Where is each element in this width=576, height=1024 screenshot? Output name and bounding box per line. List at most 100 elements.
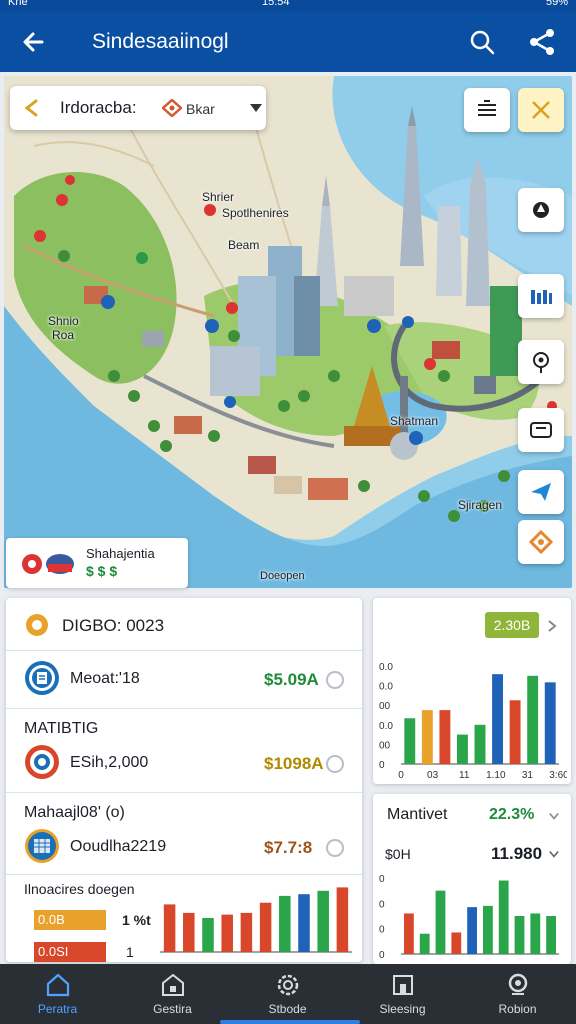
bar[interactable]	[439, 710, 451, 764]
section2-label: Mahaajl08' (o)	[24, 804, 125, 821]
y-tick-label: 0.0	[379, 662, 393, 673]
nav-item-house[interactable]: Gestira	[115, 964, 230, 1024]
map-label-shnio[interactable]: Shnio	[48, 314, 79, 328]
x-tick-label: 3:60	[549, 770, 567, 780]
y-tick-label: 00	[379, 701, 391, 712]
summary-panel: DIGBO: 0023 Meoat:'18 $5.09A MATIBTIG ES…	[6, 598, 362, 962]
flag-icon	[22, 554, 74, 574]
nav-label: Gestira	[153, 1002, 192, 1016]
location-icon	[508, 973, 528, 995]
pin-icon	[533, 352, 549, 373]
bar[interactable]	[530, 913, 541, 954]
row1-label: Meoat:'18	[70, 670, 140, 687]
place-title: Shahajentia	[86, 546, 155, 561]
mini-title: Ilnoacires doegen	[24, 881, 135, 897]
map-label-shrier[interactable]: Shrier	[202, 190, 234, 204]
wallet-button[interactable]	[518, 408, 564, 452]
row2-value: $1098A	[264, 754, 324, 773]
bar[interactable]	[259, 902, 272, 952]
y-tick-label: 0	[379, 760, 385, 771]
divider	[6, 708, 362, 709]
bar[interactable]	[298, 894, 310, 952]
mini-bar-chart	[160, 887, 352, 953]
nav-item-settings[interactable]: Stbode	[230, 964, 345, 1024]
map-label-roa[interactable]: Roa	[52, 328, 74, 342]
bottom-bar-chart: 0 0 0 0	[379, 874, 559, 961]
row2-radio[interactable]	[326, 755, 344, 773]
row3-radio[interactable]	[326, 839, 344, 857]
arrow-left-icon[interactable]	[18, 26, 50, 58]
caret-down-icon[interactable]	[250, 104, 262, 112]
bar[interactable]	[435, 890, 446, 954]
bar[interactable]	[183, 912, 195, 952]
place-card[interactable]: Shahajentia $ $ $	[6, 538, 188, 588]
bar[interactable]	[527, 675, 539, 764]
panel-header-label: DIGBO: 0023	[62, 616, 165, 635]
city-map[interactable]: Shrier Spotlhenires Beam Shnio Roa Shatm…	[4, 76, 572, 588]
flower-icon	[162, 99, 182, 117]
map-label-sjiragen[interactable]: Sjiragen	[458, 498, 502, 512]
y-tick-label: 0	[379, 874, 385, 885]
bar[interactable]	[498, 880, 509, 954]
bar[interactable]	[279, 895, 291, 952]
divider	[6, 792, 362, 793]
top-chart-panel: 2.30B 0.0 0.0 00 0.0 00 0 0 03 11 1.10 31 3:60	[373, 598, 571, 784]
flower-button[interactable]	[518, 520, 564, 564]
chart-title: Mantivet	[387, 806, 448, 823]
nav-item-shop[interactable]: Sleesing	[345, 964, 460, 1024]
y-tick-label: 0	[379, 899, 385, 910]
bar[interactable]	[457, 734, 468, 764]
shop-icon	[393, 975, 413, 995]
bar[interactable]	[546, 916, 556, 954]
chevron-left-icon[interactable]	[22, 98, 42, 118]
flower-icon	[529, 530, 553, 554]
nav-item-location[interactable]: Robion	[460, 964, 575, 1024]
search-icon[interactable]	[466, 26, 498, 58]
bar[interactable]	[163, 904, 176, 952]
bar[interactable]	[221, 914, 233, 952]
nav-item-home[interactable]: Peratra	[0, 964, 115, 1024]
clock: 15:54	[262, 0, 290, 8]
bar[interactable]	[483, 905, 493, 954]
x-tick-label: 03	[427, 770, 439, 780]
location-selector[interactable]: Irdoracba: Bkar	[10, 86, 266, 130]
location-name: Irdoracba:	[60, 98, 137, 117]
bar[interactable]	[202, 918, 214, 952]
stats-button[interactable]	[518, 274, 564, 318]
row1-radio[interactable]	[326, 671, 344, 689]
map-label-beam[interactable]: Beam	[228, 238, 259, 252]
bar[interactable]	[514, 916, 525, 954]
bar[interactable]	[474, 724, 486, 764]
stats-icon	[531, 290, 552, 304]
bar[interactable]	[317, 890, 329, 952]
bar[interactable]	[419, 933, 430, 954]
bar[interactable]	[544, 682, 556, 764]
top-bar-chart: 0.00.0000.00000 03 11 1.10 31 3:60	[379, 662, 567, 780]
x-tick-label: 11	[459, 770, 470, 780]
settings-gear-icon	[277, 974, 299, 996]
bar[interactable]	[467, 907, 477, 954]
bar[interactable]	[509, 700, 521, 764]
nav-label: Sleesing	[379, 1002, 426, 1016]
bar[interactable]	[451, 932, 462, 954]
map-label-spoilers[interactable]: Spotlhenires	[222, 206, 289, 220]
chevron-down-icon[interactable]	[549, 848, 559, 860]
chevron-down-icon[interactable]	[549, 810, 559, 822]
share-icon[interactable]	[526, 26, 558, 58]
bar[interactable]	[240, 912, 253, 952]
bar[interactable]	[336, 887, 349, 952]
layers-button[interactable]	[518, 188, 564, 232]
status-bar: Khe 15:54 59%	[0, 0, 576, 12]
bar[interactable]	[492, 674, 503, 764]
bottom-navigation: Peratra Gestira Stbode Sleesing Robion	[0, 964, 576, 1024]
close-button[interactable]	[518, 88, 564, 132]
bar[interactable]	[404, 913, 414, 954]
menu-button[interactable]	[464, 88, 510, 132]
chevron-right-icon[interactable]	[547, 620, 557, 632]
pin-button[interactable]	[518, 340, 564, 384]
map-label-shatman[interactable]: Shatman	[390, 414, 438, 428]
battery-level: 59%	[545, 0, 568, 8]
bar[interactable]	[404, 718, 416, 764]
bar[interactable]	[421, 710, 433, 764]
send-button[interactable]	[518, 470, 564, 514]
